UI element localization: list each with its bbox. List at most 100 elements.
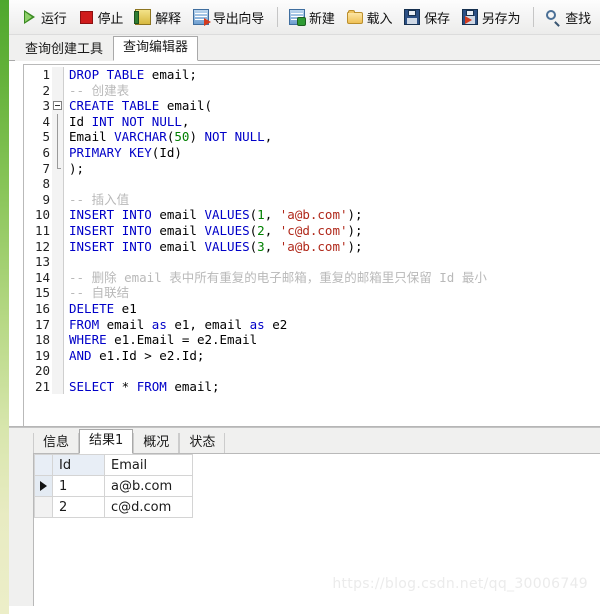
grid-header-row: Id Email	[34, 454, 193, 476]
row-selector-cell[interactable]	[34, 475, 53, 497]
sql-editor-panel: 1 DROP TABLE email; 2 -- 创建表 3 CREATE TABLE e…	[9, 61, 600, 427]
line-number: 1	[42, 67, 50, 82]
tab-profile[interactable]: 概况	[133, 433, 180, 454]
tab-query-builder[interactable]: 查询创建工具	[15, 38, 114, 61]
cell-id[interactable]: 2	[52, 496, 105, 518]
code-token-kw: INTO	[121, 207, 152, 223]
cell-id[interactable]: 1	[52, 475, 105, 497]
code-token-kw: PRIMARY	[69, 144, 122, 160]
search-icon	[545, 9, 561, 25]
column-header-email[interactable]: Email	[104, 454, 193, 476]
fold-gutter[interactable]	[52, 378, 64, 395]
fold-gutter[interactable]	[52, 254, 64, 270]
code-token-kw: CREATE	[69, 98, 115, 114]
code-token-pln	[227, 129, 235, 144]
row-selector-cell[interactable]	[34, 496, 53, 518]
code-text: WHERE e1.Email = e2.Email	[64, 332, 257, 348]
fold-gutter[interactable]	[52, 113, 64, 130]
row-selector-header	[34, 454, 53, 476]
code-line: 5 Email VARCHAR(50) NOT NULL,	[24, 129, 600, 145]
column-header-id[interactable]: Id	[52, 454, 105, 476]
run-button-label: 运行	[41, 11, 67, 27]
code-token-pln: email(	[159, 98, 213, 114]
fold-gutter[interactable]	[52, 363, 64, 379]
sql-editor-surface[interactable]: 1 DROP TABLE email; 2 -- 创建表 3 CREATE TABLE e…	[23, 64, 600, 426]
line-number: 10	[34, 207, 50, 223]
fold-gutter[interactable]	[52, 98, 64, 114]
fold-gutter[interactable]	[52, 129, 64, 145]
code-token-cmt: -- 插入值	[69, 191, 130, 207]
fold-gutter[interactable]	[52, 269, 64, 286]
line-number: 8	[42, 176, 50, 192]
line-number: 21	[34, 378, 50, 394]
fold-gutter[interactable]	[52, 222, 64, 239]
fold-collapse-icon[interactable]	[53, 101, 62, 111]
code-text: AND e1.Id > e2.Id;	[64, 348, 204, 364]
results-tabstrip: 信息 结果1 概况 状态	[9, 428, 600, 454]
fold-gutter[interactable]	[52, 316, 64, 333]
code-text: -- 删除 email 表中所有重复的电子邮箱，重复的邮箱里只保留 Id 最小	[64, 270, 487, 286]
code-token-cmt: -- 删除 email 表中所有重复的电子邮箱，重复的邮箱里只保留 Id 最小	[69, 269, 487, 285]
fold-gutter[interactable]	[52, 238, 64, 255]
code-token-kw: INSERT	[69, 207, 115, 223]
code-line: 3 CREATE TABLE email(	[24, 98, 600, 114]
code-line: 18 WHERE e1.Email = e2.Email	[24, 332, 600, 348]
explain-button[interactable]: 解释	[131, 3, 187, 31]
code-token-kw: DROP	[69, 67, 100, 82]
toolbar-separator-2	[533, 7, 535, 27]
load-button[interactable]: 载入	[343, 3, 399, 31]
export-wizard-button[interactable]: 导出向导	[189, 3, 270, 31]
fold-gutter[interactable]	[52, 144, 64, 161]
fold-gutter[interactable]	[52, 347, 64, 364]
tab-profile-label: 概况	[143, 435, 170, 450]
code-token-kw: NULL	[234, 129, 265, 145]
fold-gutter[interactable]	[52, 67, 64, 83]
code-token-pln: e1.Id > e2.Id;	[91, 347, 205, 363]
tab-result1[interactable]: 结果1	[79, 429, 134, 454]
code-token-pln: ,	[264, 238, 280, 254]
find-button[interactable]: 查找	[541, 3, 597, 31]
code-token-kw: SELECT	[69, 378, 115, 394]
code-token-pln: email	[151, 222, 205, 238]
code-token-kw: VARCHAR	[114, 129, 167, 145]
code-line: 13	[24, 254, 600, 270]
fold-gutter[interactable]	[52, 176, 64, 192]
save-as-button[interactable]: 另存为	[458, 3, 526, 31]
code-token-str: 'c@d.com'	[279, 222, 348, 238]
code-token-kw: AND	[69, 347, 92, 363]
code-text: -- 创建表	[64, 83, 129, 99]
cell-email[interactable]: a@b.com	[104, 475, 193, 497]
tab-query-editor[interactable]: 查询编辑器	[113, 36, 199, 61]
fold-gutter[interactable]	[52, 82, 64, 99]
code-text: INSERT INTO email VALUES(3, 'a@b.com');	[64, 239, 363, 255]
fold-gutter[interactable]	[52, 207, 64, 223]
code-token-pln: email	[99, 316, 152, 332]
sql-editor-window: 运行 停止 解释 导出向导 新建 载入 保存 另存为 查找 查询创建工具 查询编…	[9, 0, 600, 614]
code-text: DROP TABLE email;	[64, 67, 197, 83]
code-line: 21 SELECT * FROM email;	[24, 378, 600, 395]
fold-line	[57, 113, 58, 130]
fold-gutter[interactable]	[52, 191, 64, 208]
line-number: 11	[34, 222, 50, 238]
tab-info[interactable]: 信息	[33, 433, 80, 454]
table-row[interactable]: 1 a@b.com	[34, 475, 193, 497]
code-token-pln: ,	[264, 129, 273, 145]
table-row[interactable]: 2 c@d.com	[34, 496, 193, 518]
fold-gutter[interactable]	[52, 332, 64, 348]
new-button[interactable]: 新建	[285, 3, 341, 31]
code-line: 1 DROP TABLE email;	[24, 67, 600, 83]
fold-gutter[interactable]	[52, 160, 64, 177]
code-text: INSERT INTO email VALUES(2, 'c@d.com');	[64, 223, 363, 239]
stop-button[interactable]: 停止	[75, 3, 130, 31]
save-button[interactable]: 保存	[400, 3, 456, 31]
code-token-pln: (Id)	[151, 144, 182, 160]
code-line: 9 -- 插入值	[24, 191, 600, 208]
fold-gutter[interactable]	[52, 285, 64, 301]
fold-gutter[interactable]	[52, 300, 64, 317]
tab-status[interactable]: 状态	[179, 433, 226, 454]
sql-code-area[interactable]: 1 DROP TABLE email; 2 -- 创建表 3 CREATE TABLE e…	[24, 65, 600, 395]
code-token-pln: Email	[69, 129, 115, 145]
run-button[interactable]: 运行	[17, 3, 73, 31]
code-line: 17 FROM email as e1, email as e2	[24, 316, 600, 333]
cell-email[interactable]: c@d.com	[104, 496, 193, 518]
